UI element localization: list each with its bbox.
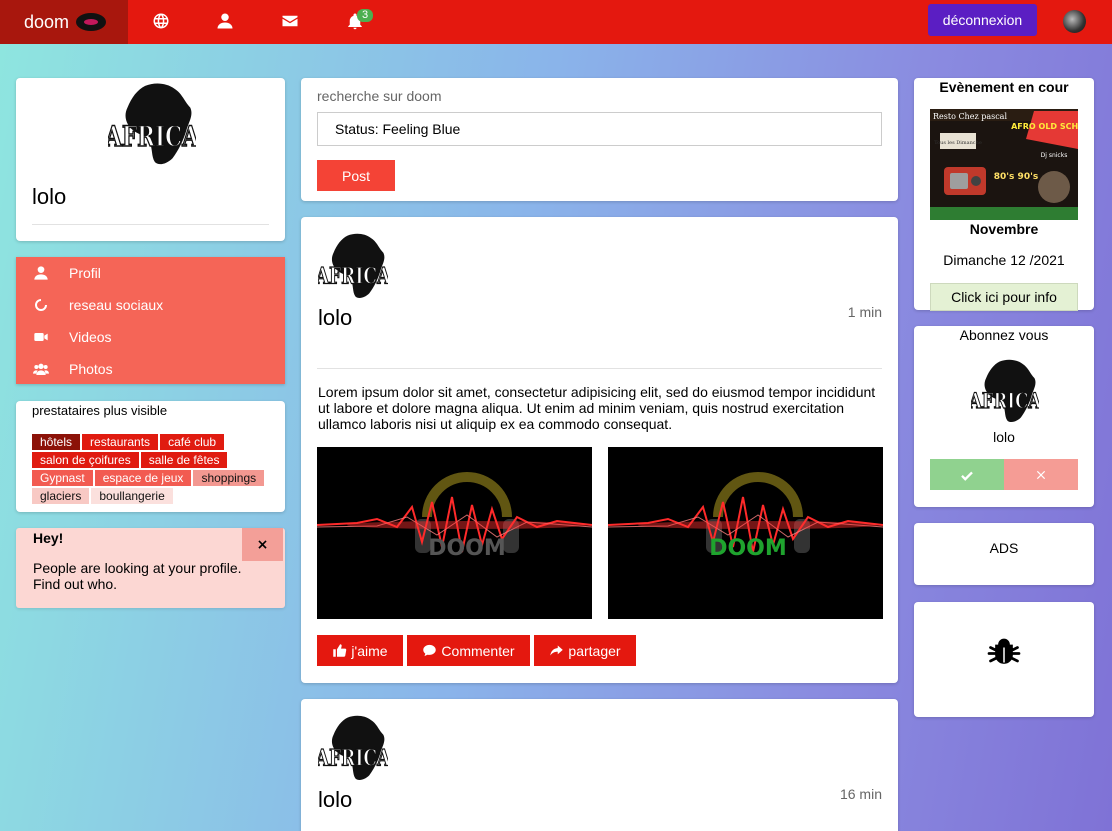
tag-cafe-club[interactable]: café club bbox=[160, 434, 225, 450]
thumbs-up-icon bbox=[333, 644, 347, 657]
menu-item-photos[interactable]: Photos bbox=[16, 353, 285, 385]
event-card: Evènement en cour Resto Chez pascal Tous… bbox=[914, 78, 1094, 311]
menu-item-label: Videos bbox=[69, 329, 112, 345]
envelope-icon[interactable] bbox=[279, 10, 301, 32]
like-label: j'aime bbox=[351, 642, 388, 659]
post-image[interactable]: DOOM bbox=[317, 447, 592, 619]
tag-gypnast[interactable]: Gypnast bbox=[32, 470, 93, 486]
top-navbar: doom 3 déconnexion bbox=[0, 0, 1112, 44]
side-menu: Profil reseau sociaux Videos Photos bbox=[16, 257, 285, 384]
comment-icon bbox=[423, 644, 437, 657]
providers-title: prestataires plus visible bbox=[32, 403, 168, 418]
alert-title: Hey! bbox=[33, 530, 64, 546]
video-icon bbox=[33, 329, 49, 345]
post-image-text: DOOM bbox=[709, 536, 787, 561]
subscribe-card: Abonnez vous lolo bbox=[914, 326, 1094, 507]
menu-item-profil[interactable]: Profil bbox=[16, 257, 285, 289]
reject-button[interactable] bbox=[1004, 459, 1078, 490]
post-author[interactable]: lolo bbox=[318, 787, 352, 813]
globe-icon[interactable] bbox=[150, 10, 172, 32]
alert-text: People are looking at your profile. Find… bbox=[33, 560, 242, 592]
comment-label: Commenter bbox=[441, 642, 515, 659]
event-poster-tag: Tous les Dimanche bbox=[934, 140, 982, 146]
composer-card: recherche sur doom Post bbox=[301, 78, 898, 201]
ads-card: ADS bbox=[914, 523, 1094, 585]
event-poster-venue: Resto Chez pascal bbox=[933, 112, 1007, 121]
menu-item-videos[interactable]: Videos bbox=[16, 321, 285, 353]
menu-item-reseau-sociaux[interactable]: reseau sociaux bbox=[16, 289, 285, 321]
brand-name: doom bbox=[24, 11, 70, 32]
subscribe-logo[interactable] bbox=[971, 357, 1039, 425]
post-card: lolo 1 min Lorem ipsum dolor sit amet, c… bbox=[301, 217, 898, 683]
profile-alert: Hey! × People are looking at your profil… bbox=[16, 528, 285, 608]
event-poster-years: 80's 90's bbox=[994, 172, 1038, 182]
profile-name: lolo bbox=[32, 184, 67, 209]
divider bbox=[32, 224, 269, 225]
user-avatar[interactable] bbox=[1063, 10, 1086, 33]
event-title: Evènement en cour bbox=[939, 79, 1069, 95]
brand-link[interactable]: doom bbox=[0, 0, 128, 44]
providers-card: prestataires plus visible hôtels restaura… bbox=[16, 401, 285, 512]
post-image-text: DOOM bbox=[428, 536, 506, 561]
post-author-logo[interactable] bbox=[318, 231, 388, 301]
search-label: recherche sur doom bbox=[317, 88, 442, 104]
event-month: Novembre bbox=[969, 221, 1039, 237]
accept-button[interactable] bbox=[930, 459, 1004, 490]
profile-card: lolo bbox=[16, 78, 285, 241]
user-icon bbox=[33, 265, 49, 281]
tag-salle-fetes[interactable]: salle de fêtes bbox=[140, 452, 228, 468]
bug-icon[interactable] bbox=[986, 634, 1022, 670]
close-button[interactable]: × bbox=[242, 528, 283, 561]
divider bbox=[317, 368, 882, 369]
bug-card bbox=[914, 602, 1094, 717]
share-button[interactable]: partager bbox=[534, 635, 636, 666]
post-author[interactable]: lolo bbox=[318, 305, 352, 331]
post-image[interactable]: DOOM bbox=[608, 447, 883, 619]
menu-item-label: reseau sociaux bbox=[69, 297, 164, 313]
subscribe-title: Abonnez vous bbox=[959, 327, 1049, 343]
check-icon bbox=[961, 471, 973, 481]
post-author-logo[interactable] bbox=[318, 713, 388, 783]
tag-restaurants[interactable]: restaurants bbox=[82, 434, 159, 450]
event-poster-dj: Dj snicks bbox=[1041, 152, 1068, 159]
tag-shoppings[interactable]: shoppings bbox=[193, 470, 265, 486]
share-label: partager bbox=[568, 642, 621, 659]
circle-notch-icon bbox=[33, 297, 49, 313]
tag-espace-jeux[interactable]: espace de jeux bbox=[94, 470, 192, 486]
like-button[interactable]: j'aime bbox=[317, 635, 403, 666]
logout-button[interactable]: déconnexion bbox=[928, 4, 1037, 36]
event-poster[interactable]: Resto Chez pascal Tous les Dimanche AFRO… bbox=[930, 109, 1078, 220]
user-icon[interactable] bbox=[214, 10, 236, 32]
users-icon bbox=[33, 361, 49, 377]
event-date: Dimanche 12 /2021 bbox=[943, 252, 1065, 268]
providers-tags: hôtels restaurants café club salon de çoif… bbox=[32, 434, 282, 506]
tag-hotels[interactable]: hôtels bbox=[32, 434, 81, 450]
post-time: 1 min bbox=[847, 304, 882, 320]
post-card: lolo 16 min bbox=[301, 699, 898, 831]
event-info-button[interactable]: Click ici pour info bbox=[930, 283, 1078, 311]
post-button[interactable]: Post bbox=[317, 160, 395, 191]
tag-boulangerie[interactable]: boullangerie bbox=[91, 488, 173, 504]
event-poster-headline: AFRO OLD SCHOOL bbox=[1011, 122, 1078, 131]
status-input[interactable] bbox=[317, 112, 882, 146]
post-time: 16 min bbox=[839, 786, 882, 802]
bell-icon[interactable]: 3 bbox=[344, 9, 374, 32]
share-icon bbox=[550, 645, 564, 656]
comment-button[interactable]: Commenter bbox=[407, 635, 530, 666]
brand-logo-icon bbox=[76, 13, 107, 31]
close-icon bbox=[1036, 470, 1046, 479]
notification-badge: 3 bbox=[357, 9, 374, 22]
tag-salon-coiffure[interactable]: salon de çoifures bbox=[32, 452, 139, 468]
menu-item-label: Profil bbox=[69, 265, 101, 281]
subscribe-name: lolo bbox=[993, 429, 1015, 445]
tag-glaciers[interactable]: glaciers bbox=[32, 488, 90, 504]
ads-label: ADS bbox=[989, 540, 1019, 556]
menu-item-label: Photos bbox=[69, 361, 113, 377]
post-text: Lorem ipsum dolor sit amet, consectetur … bbox=[318, 384, 876, 432]
profile-logo bbox=[108, 80, 196, 168]
